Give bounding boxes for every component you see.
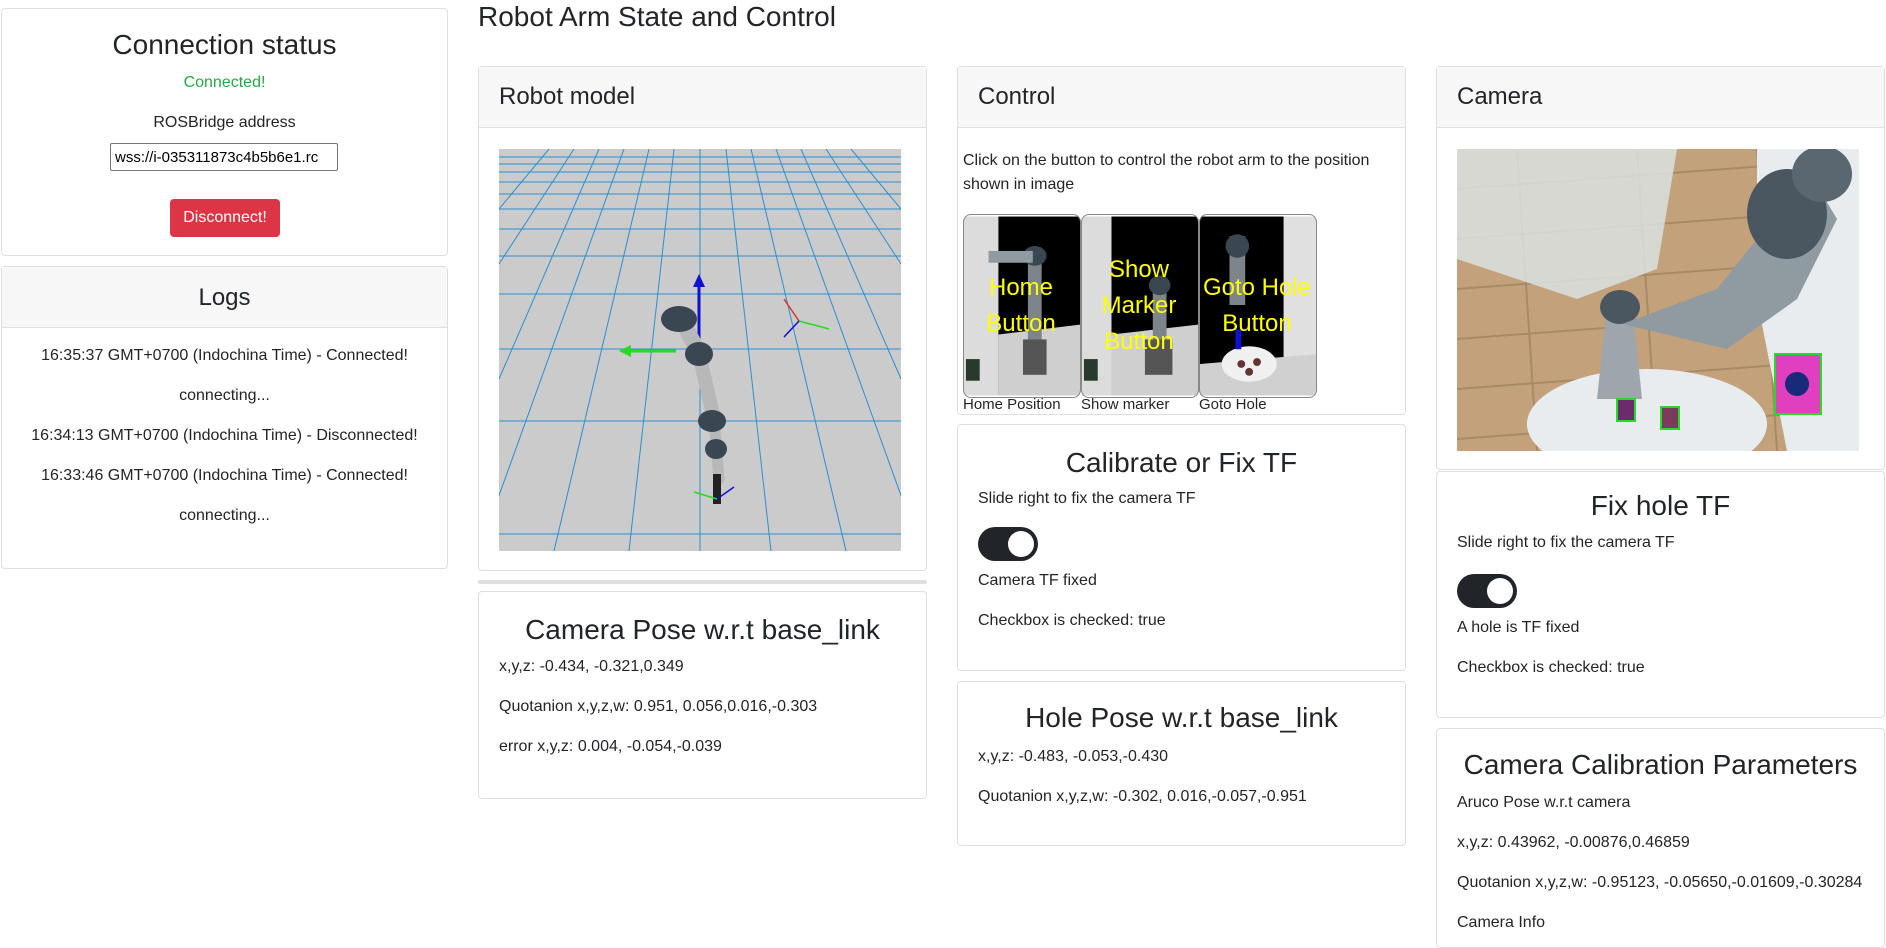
control-card: Control Click on the button to control t…: [957, 66, 1406, 415]
fix-hole-title: Fix hole TF: [1590, 490, 1731, 521]
log-entry: 16:34:13 GMT+0700 (Indochina Time) - Dis…: [31, 427, 418, 444]
log-entry: connecting...: [179, 387, 270, 404]
calibration-params-title: Camera Calibration Parameters: [1463, 749, 1858, 780]
control-button-overlay-text: Show Marker Button: [1101, 256, 1177, 355]
logs-card: Logs 16:35:37 GMT+0700 (Indochina Time) …: [1, 266, 448, 569]
connection-title: Connection status: [112, 29, 337, 60]
calibrate-tf-title: Calibrate or Fix TF: [1065, 447, 1298, 478]
hole-pose-card: Hole Pose w.r.t base_link x,y,z: -0.483,…: [957, 681, 1406, 846]
camera-pose-title: Camera Pose w.r.t base_link: [525, 614, 880, 645]
camera-pose-quaternion: Quotanion x,y,z,w: 0.951, 0.056,0.016,-0…: [499, 698, 818, 715]
control-button-overlay-text: Home Button: [986, 274, 1056, 337]
camera-card: Camera: [1436, 66, 1885, 470]
robot-model-card: Robot model: [478, 66, 927, 571]
control-button-caption: Goto Hole: [1199, 396, 1267, 413]
control-button-caption: Home Position: [963, 396, 1061, 413]
camera-pose-xyz: x,y,z: -0.434, -0.321,0.349: [499, 658, 684, 675]
hole-pose-quaternion: Quotanion x,y,z,w: -0.302, 0.016,-0.057,…: [978, 788, 1307, 805]
camera-pose-error: error x,y,z: 0.004, -0.054,-0.039: [499, 738, 722, 755]
aruco-pose-xyz: x,y,z: 0.43962, -0.00876,0.46859: [1457, 834, 1690, 851]
fix-hole-hint: Slide right to fix the camera TF: [1457, 534, 1675, 551]
aruco-pose-quaternion: Quotanion x,y,z,w: -0.95123, -0.05650,-0…: [1457, 874, 1863, 891]
camera-tf-toggle-label: Camera TF fixed: [978, 572, 1097, 589]
control-title: Control: [978, 83, 1056, 110]
disconnect-button[interactable]: Disconnect!: [170, 199, 280, 237]
robot-3d-viewer[interactable]: [478, 148, 922, 552]
camera-feed-image: [1457, 149, 1859, 451]
control-buttons: Home Button Home Position Show Marker Butt…: [963, 214, 1363, 414]
fix-hole-card: Fix hole TF Slide right to fix the camer…: [1436, 471, 1885, 718]
camera-tf-toggle[interactable]: [978, 527, 1038, 561]
calibration-params-card: Camera Calibration Parameters Aruco Pose…: [1436, 728, 1885, 948]
hole-pose-title: Hole Pose w.r.t base_link: [1025, 702, 1338, 733]
log-entry: 16:35:37 GMT+0700 (Indochina Time) - Con…: [41, 347, 408, 364]
hole-tf-toggle-label: A hole is TF fixed: [1457, 619, 1580, 636]
aruco-pose-label: Aruco Pose w.r.t camera: [1457, 794, 1631, 811]
control-button-3[interactable]: Goto Hole Button Goto Hole: [1199, 214, 1317, 414]
rosbridge-address-label: ROSBridge address: [153, 114, 296, 131]
log-entry: 16:33:46 GMT+0700 (Indochina Time) - Con…: [41, 467, 408, 484]
hole-tf-checked-text: Checkbox is checked: true: [1457, 659, 1645, 676]
control-button-overlay-text: Goto Hole Button: [1202, 274, 1312, 337]
control-button-caption: Show marker: [1081, 396, 1170, 413]
section-divider: [478, 580, 927, 584]
robot-model-title: Robot model: [499, 83, 636, 110]
calibrate-tf-card: Calibrate or Fix TF Slide right to fix t…: [957, 424, 1406, 671]
connection-card: Connection status Connected! ROSBridge a…: [1, 8, 448, 256]
camera-pose-card: Camera Pose w.r.t base_link x,y,z: -0.43…: [478, 591, 927, 799]
camera-info-label: Camera Info: [1457, 914, 1546, 931]
calibrate-tf-hint: Slide right to fix the camera TF: [978, 490, 1196, 507]
camera-title: Camera: [1457, 83, 1543, 110]
logs-title: Logs: [198, 284, 251, 311]
control-button-1[interactable]: Home Button Home Position: [963, 214, 1081, 414]
log-entry: connecting...: [179, 507, 270, 524]
control-description: Click on the button to control the robot…: [963, 152, 1370, 193]
camera-feed: [1457, 149, 1859, 451]
robot-3d-scene: [478, 148, 922, 552]
camera-tf-checked-text: Checkbox is checked: true: [978, 612, 1166, 629]
page-title: Robot Arm State and Control: [478, 1, 836, 32]
rosbridge-address-input[interactable]: [110, 143, 338, 171]
control-button-2[interactable]: Show Marker Button Show marker: [1081, 214, 1199, 414]
connection-status: Connected!: [183, 74, 266, 91]
hole-tf-toggle[interactable]: [1457, 574, 1517, 608]
hole-pose-xyz: x,y,z: -0.483, -0.053,-0.430: [978, 748, 1169, 765]
